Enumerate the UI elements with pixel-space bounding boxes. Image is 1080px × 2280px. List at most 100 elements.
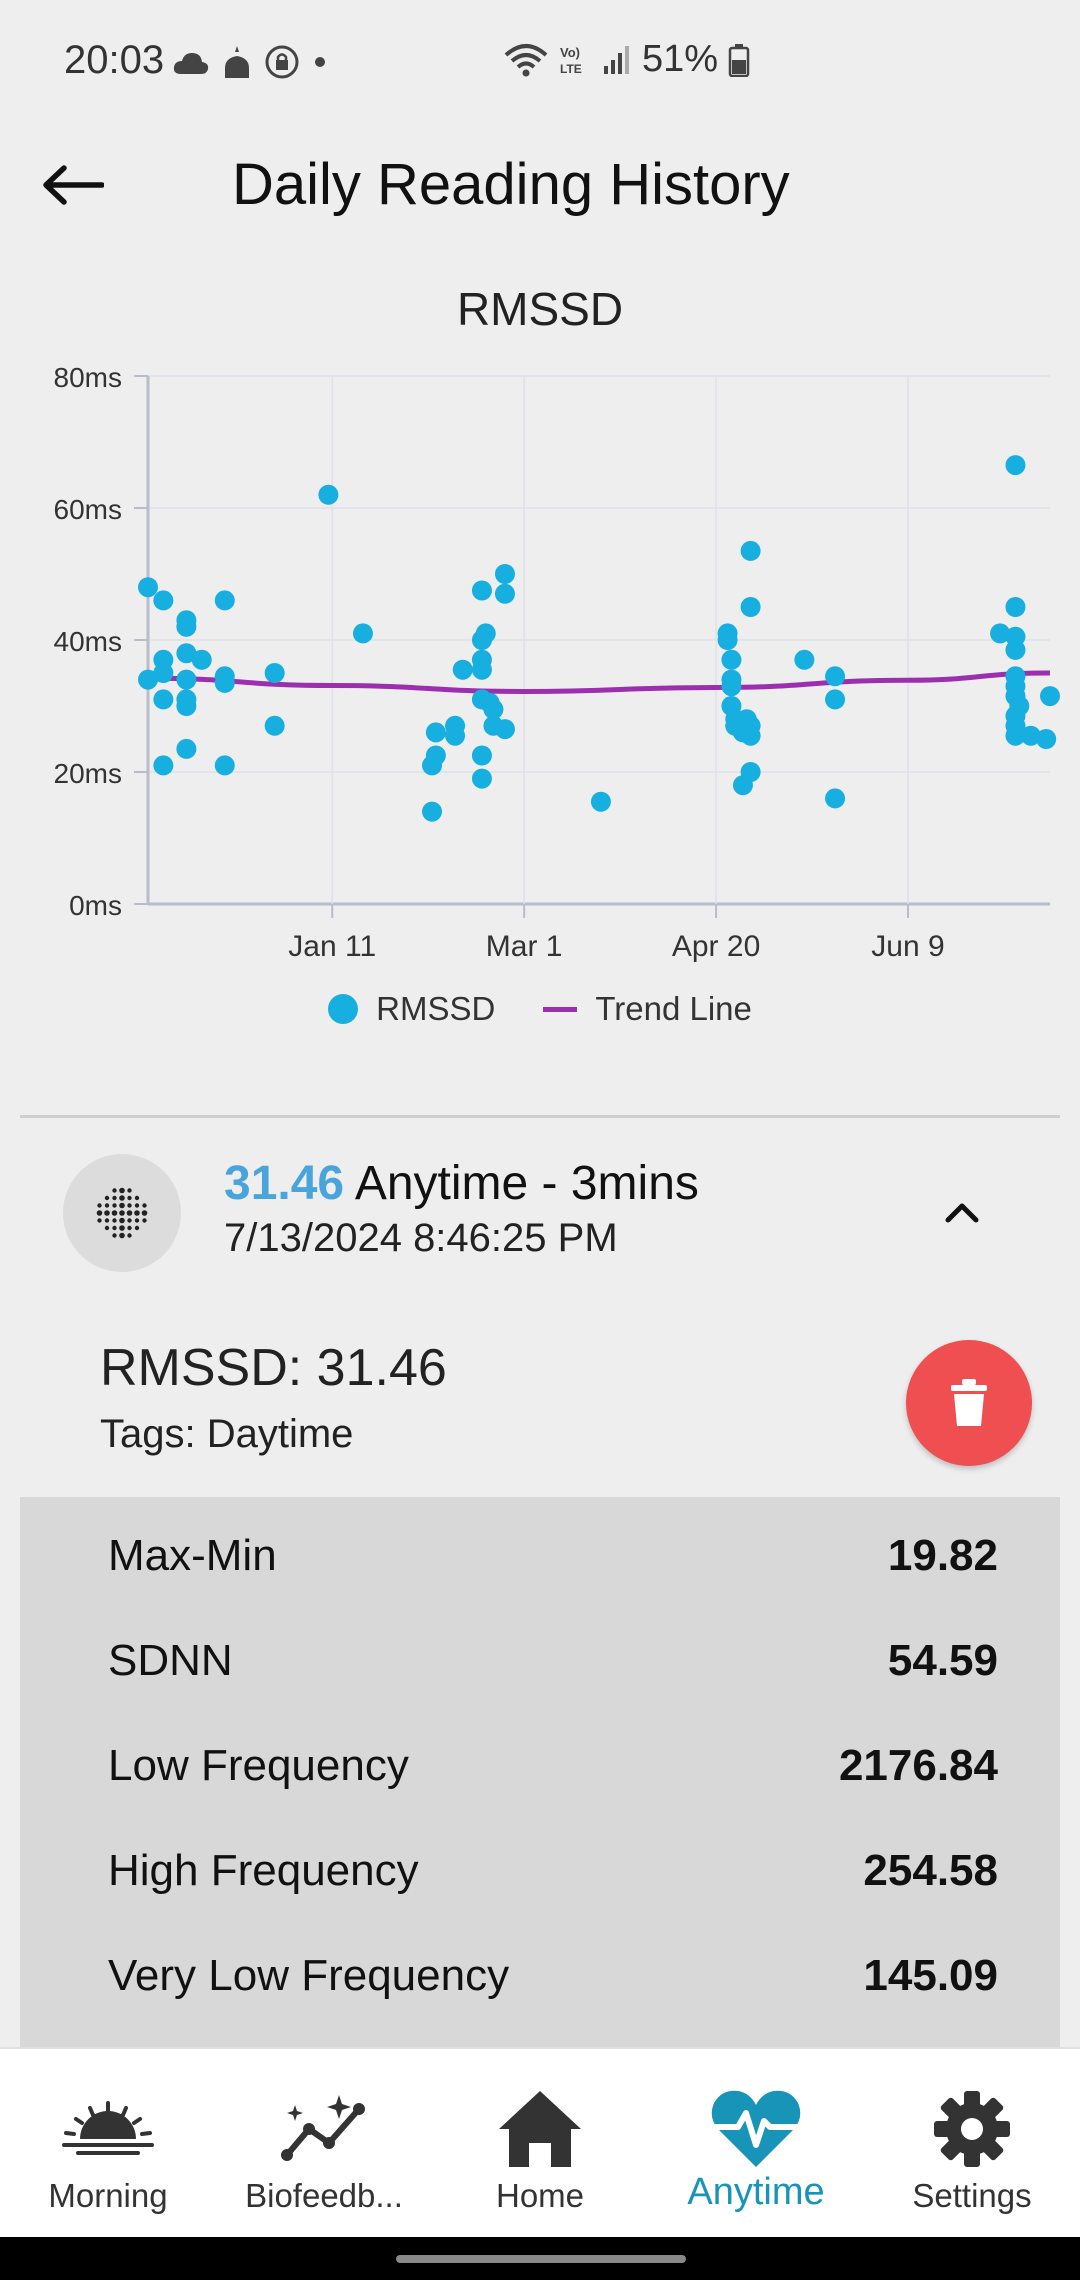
rmssd-data-point bbox=[452, 659, 473, 680]
x-tick-label: Jun 9 bbox=[871, 930, 944, 963]
legend-item-trend: Trend Line bbox=[543, 990, 752, 1028]
divider bbox=[20, 1115, 1060, 1118]
rmssd-data-point bbox=[264, 663, 285, 683]
rmssd-scatter-chart: 0ms 20ms 40ms 60ms 80ms Jan 11 Mar 1 Apr 20 Jun … bbox=[54, 362, 1060, 963]
rmssd-data-point bbox=[176, 738, 197, 759]
y-tick-label: 60ms bbox=[54, 494, 122, 525]
metric-row-low-frequency: Low Frequency 2176.84 bbox=[20, 1719, 1060, 1819]
rmssd-data-point bbox=[153, 689, 174, 710]
rmssd-data-point bbox=[153, 590, 174, 611]
rmssd-data-point bbox=[445, 725, 466, 746]
rmssd-data-point bbox=[825, 788, 846, 809]
metric-row-sdnn: SDNN 54.59 bbox=[20, 1614, 1060, 1714]
rmssd-data-point bbox=[422, 801, 443, 822]
nav-label: Anytime bbox=[687, 2171, 825, 2213]
dot-icon bbox=[315, 57, 325, 67]
metric-row-very-low-frequency: Very Low Frequency 145.09 bbox=[20, 1929, 1060, 2029]
rmssd-data-point bbox=[153, 755, 174, 776]
home-gesture-handle[interactable] bbox=[396, 2255, 686, 2263]
legend-dot-icon bbox=[328, 994, 359, 1024]
rmssd-data-point bbox=[494, 583, 515, 604]
reading-type-icon bbox=[63, 1154, 181, 1272]
mosque-icon bbox=[225, 46, 249, 78]
metrics-table: Max-Min 19.82 SDNN 54.59 Low Frequency 2… bbox=[20, 1497, 1060, 2047]
rmssd-data-point bbox=[1005, 639, 1026, 660]
nav-anytime[interactable]: Anytime bbox=[648, 2049, 864, 2239]
rmssd-data-point bbox=[1009, 696, 1030, 716]
legend-item-rmssd: RMSSD bbox=[328, 990, 495, 1028]
rmssd-data-point bbox=[138, 577, 158, 598]
app-bar: Daily Reading History bbox=[0, 130, 1080, 240]
rmssd-data-point bbox=[794, 649, 815, 670]
detail-rmssd: RMSSD: 31.46 bbox=[100, 1339, 447, 1397]
x-tick-label: Apr 20 bbox=[672, 930, 760, 963]
rmssd-data-point bbox=[721, 649, 742, 670]
reading-header[interactable]: 31.46 Anytime - 3mins 7/13/2024 8:46:25 … bbox=[0, 1150, 1080, 1280]
rmssd-data-point bbox=[1040, 686, 1060, 707]
rmssd-data-point bbox=[264, 715, 285, 736]
nav-morning[interactable]: Morning bbox=[0, 2049, 216, 2239]
rmssd-data-point bbox=[1005, 455, 1026, 476]
detail-tags: Tags: Daytime bbox=[100, 1412, 354, 1456]
nav-biofeedback[interactable]: Biofeedb... bbox=[216, 2049, 432, 2239]
reading-value: 31.46 bbox=[224, 1157, 345, 1210]
vpn-lock-icon bbox=[265, 45, 299, 79]
rmssd-data-point bbox=[475, 623, 496, 644]
collapse-button[interactable] bbox=[930, 1180, 994, 1244]
sparkle-chart-icon bbox=[216, 2079, 432, 2179]
rmssd-data-point bbox=[214, 755, 235, 776]
metric-label: Low Frequency bbox=[108, 1741, 409, 1790]
nav-home[interactable]: Home bbox=[432, 2049, 648, 2239]
reading-datetime: 7/13/2024 8:46:25 PM bbox=[224, 1216, 618, 1260]
nav-settings[interactable]: Settings bbox=[864, 2049, 1080, 2239]
rmssd-data-point bbox=[721, 676, 742, 697]
volte-icon: Vo) LTE bbox=[560, 45, 582, 76]
trash-icon bbox=[951, 1379, 987, 1426]
rmssd-data-point bbox=[1005, 597, 1026, 617]
arrow-back-icon bbox=[43, 165, 104, 205]
rmssd-data-point bbox=[825, 689, 846, 710]
nav-label: Settings bbox=[912, 2177, 1032, 2214]
gesture-bar bbox=[0, 2237, 1080, 2280]
rmssd-data-point bbox=[214, 590, 235, 611]
sunrise-icon bbox=[0, 2079, 216, 2179]
metric-label: High Frequency bbox=[108, 1846, 419, 1895]
rmssd-data-point bbox=[494, 719, 515, 740]
metric-row-high-frequency: High Frequency 254.58 bbox=[20, 1824, 1060, 1924]
cloud-icon bbox=[173, 53, 209, 74]
battery-percent: 51% bbox=[641, 38, 718, 80]
rmssd-data-point bbox=[153, 663, 174, 683]
chevron-up-icon bbox=[945, 1203, 979, 1223]
rmssd-data-point bbox=[352, 623, 373, 644]
rmssd-data-point bbox=[740, 597, 761, 617]
rmssd-data-point bbox=[425, 722, 446, 743]
metric-label: SDNN bbox=[108, 1636, 233, 1685]
metric-value: 2176.84 bbox=[838, 1741, 998, 1790]
nav-label: Morning bbox=[48, 2177, 168, 2214]
rmssd-data-point bbox=[825, 666, 846, 687]
status-bar: 20:03 Vo) LTE 51% bbox=[0, 0, 1080, 130]
dotted-circle-icon bbox=[96, 1187, 148, 1239]
rmssd-data-point bbox=[740, 540, 761, 561]
svg-text:Vo): Vo) bbox=[560, 45, 580, 60]
rmssd-data-point bbox=[176, 616, 197, 637]
svg-text:LTE: LTE bbox=[560, 62, 582, 76]
rmssd-data-point bbox=[318, 484, 339, 505]
delete-button[interactable] bbox=[906, 1340, 1032, 1466]
rmssd-data-point bbox=[191, 649, 212, 670]
rmssd-data-point bbox=[176, 669, 197, 690]
status-time: 20:03 bbox=[64, 38, 165, 82]
rmssd-data-point bbox=[425, 745, 446, 766]
bottom-nav: Morning Biofeedb... Home Anytime Setting… bbox=[0, 2047, 1080, 2239]
metric-value: 254.58 bbox=[863, 1846, 998, 1895]
notification-icons bbox=[172, 40, 330, 84]
metric-value: 54.59 bbox=[887, 1636, 998, 1685]
status-right: Vo) LTE 51% bbox=[504, 38, 750, 81]
y-tick-label: 80ms bbox=[54, 362, 122, 393]
rmssd-data-point bbox=[471, 745, 492, 766]
wifi-icon bbox=[504, 43, 548, 76]
y-tick-label: 20ms bbox=[54, 758, 122, 789]
back-button[interactable] bbox=[38, 150, 108, 220]
metric-value: 145.09 bbox=[863, 1951, 998, 2000]
rmssd-data-point bbox=[176, 696, 197, 716]
